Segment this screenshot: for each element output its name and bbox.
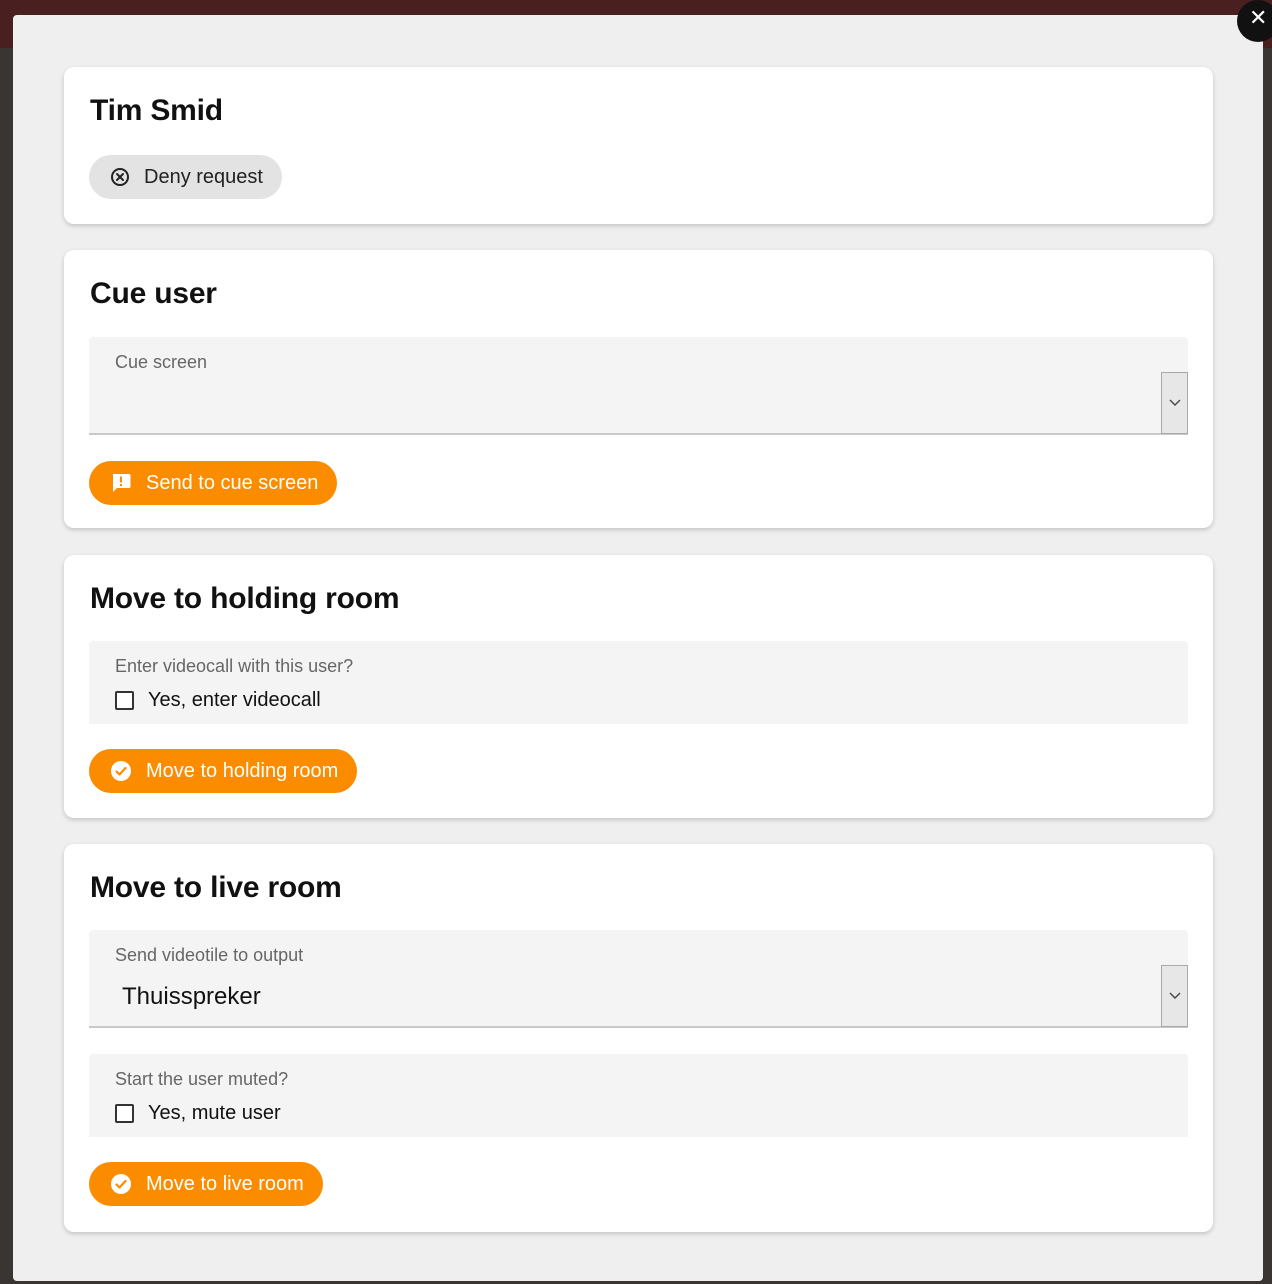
user-name: Tim Smid (90, 94, 223, 127)
move-to-holding-room-button[interactable]: Move to holding room (89, 749, 358, 793)
enter-videocall-option[interactable]: Yes, enter videocall (115, 689, 321, 712)
mute-option-box: Start the user muted? Yes, mute user (89, 1054, 1188, 1137)
cue-user-title: Cue user (90, 277, 217, 310)
move-to-live-room-label: Move to live room (146, 1172, 304, 1195)
move-to-holding-room-label: Move to holding room (146, 759, 339, 782)
cue-screen-label: Cue screen (115, 352, 208, 372)
chevron-down-icon (1169, 399, 1180, 406)
videocall-option-box: Enter videocall with this user? Yes, ent… (89, 641, 1188, 724)
live-room-title: Move to live room (90, 871, 342, 904)
output-label: Send videotile to output (115, 945, 304, 965)
live-room-card: Move to live room Send videotile to outp… (64, 844, 1213, 1232)
close-icon: ✕ (1249, 6, 1268, 31)
holding-room-title: Move to holding room (90, 582, 400, 615)
output-dropdown-arrow[interactable] (1161, 965, 1188, 1027)
holding-room-card: Move to holding room Enter videocall wit… (64, 555, 1213, 818)
check-circle-icon (111, 761, 131, 781)
enter-videocall-label: Yes, enter videocall (148, 689, 321, 711)
enter-videocall-checkbox[interactable] (115, 691, 134, 710)
close-dialog-button[interactable]: ✕ (1237, 0, 1272, 42)
announcement-icon (113, 474, 131, 492)
send-to-cue-screen-label: Send to cue screen (146, 471, 319, 494)
cue-screen-select[interactable]: Cue screen (89, 337, 1188, 435)
move-to-live-room-button[interactable]: Move to live room (89, 1162, 323, 1206)
chevron-down-icon (1169, 992, 1180, 999)
cue-screen-dropdown-arrow[interactable] (1161, 372, 1188, 434)
cancel-circle-icon (111, 168, 129, 186)
output-select[interactable]: Send videotile to output Thuisspreker (89, 930, 1188, 1028)
deny-request-label: Deny request (144, 165, 263, 188)
user-card: Tim Smid Deny request (64, 67, 1213, 224)
mute-user-label: Yes, mute user (148, 1102, 281, 1124)
mute-user-option[interactable]: Yes, mute user (115, 1102, 281, 1125)
cue-user-card: Cue user Cue screen Send to cue screen (64, 250, 1213, 528)
check-circle-icon (111, 1174, 131, 1194)
output-value: Thuisspreker (122, 983, 261, 1010)
videocall-question: Enter videocall with this user? (115, 656, 354, 676)
mute-question: Start the user muted? (115, 1069, 289, 1089)
send-to-cue-screen-button[interactable]: Send to cue screen (89, 461, 338, 505)
mute-user-checkbox[interactable] (115, 1104, 134, 1123)
user-request-dialog: Tim Smid Deny request Cue user Cue scree… (13, 15, 1263, 1281)
deny-request-button[interactable]: Deny request (89, 155, 282, 199)
